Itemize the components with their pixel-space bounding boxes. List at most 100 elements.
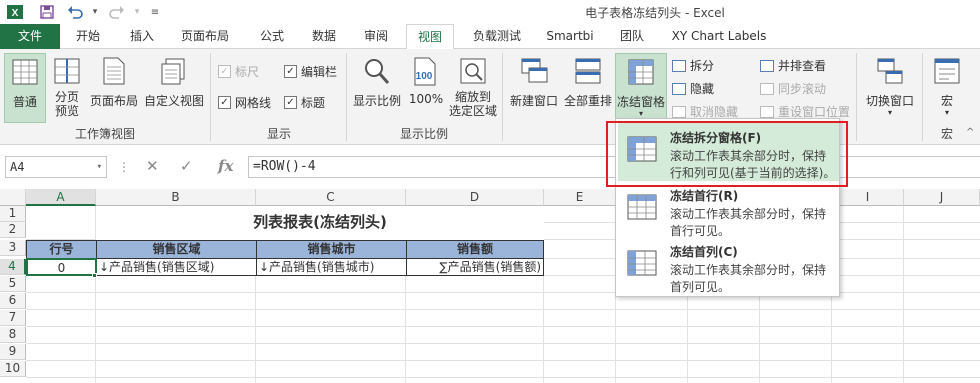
row-header[interactable]: 1 [0,206,26,222]
report-title[interactable]: 列表报表(冻结列头) [96,206,544,240]
name-box-dropdown-icon[interactable]: ▾ [97,157,102,177]
zoom-100-button[interactable]: 100 100% [406,53,446,123]
row-header[interactable]: 3 [0,240,26,256]
zoom-100-icon: 100 [406,57,446,90]
ruler-label: 标尺 [235,65,260,79]
gridline [903,206,904,383]
data-cell-sales-region[interactable]: ↓产品销售(销售区域) [96,258,257,276]
group-separator [346,53,347,141]
formula-bar-grip-icon: ⋮ [118,160,130,174]
select-all-corner[interactable] [0,189,26,206]
tab-view[interactable]: 视图 [406,24,454,50]
freeze-panes-button[interactable]: 冻结窗格 ▾ [615,53,667,123]
formula-bar-checkbox[interactable]: ✓ 编辑栏 [284,63,337,80]
tab-data[interactable]: 数据 [300,24,348,49]
freeze-top-row-desc: 滚动工作表其余部分时，保持 首行可见。 [670,206,838,240]
header-cell-sales-city[interactable]: 销售城市 [256,240,407,259]
gridlines-checkbox[interactable]: ✓ 网格线 [218,94,271,111]
sync-scroll-button[interactable]: 同步滚动 [760,80,826,97]
data-cell-sales-amount[interactable]: ∑产品销售(销售额) [406,258,544,276]
header-cell-sales-amount[interactable]: 销售额 [406,240,544,259]
arrange-all-icon [562,57,614,88]
zoom-button[interactable]: 显示比例 [350,53,404,123]
row-header[interactable]: 6 [0,293,26,309]
ruler-checkbox[interactable]: ✓ 标尺 [218,63,259,80]
name-box[interactable]: A4 ▾ [5,156,107,178]
page-layout-view-icon [88,57,140,88]
column-header[interactable]: E [544,189,616,206]
side-by-side-label: 并排查看 [778,59,827,73]
split-label: 拆分 [690,59,715,73]
name-box-value: A4 [10,160,25,174]
fill-handle[interactable] [92,273,97,278]
gridline [26,343,980,344]
data-cell-sales-city[interactable]: ↓产品销售(销售城市) [256,258,407,276]
row-header[interactable]: 7 [0,310,26,326]
insert-function-icon[interactable]: fx [218,157,233,175]
headings-check-icon: ✓ [284,96,297,109]
tab-review[interactable]: 审阅 [352,24,400,49]
split-button[interactable]: 拆分 [672,57,714,74]
tab-xy-chart-labels[interactable]: XY Chart Labels [664,24,774,49]
cancel-icon[interactable]: ✕ [146,157,159,175]
group-separator [210,53,211,141]
arrange-all-label: 全部重排 [563,94,612,108]
page-break-preview-button[interactable]: 分页 预览 [50,53,84,123]
zoom-to-selection-label-2: 选定区域 [448,104,497,118]
formula-bar-label: 编辑栏 [301,65,338,79]
zoom-100-label: 100% [408,92,444,106]
column-header[interactable]: C [256,189,406,206]
column-header[interactable]: I [832,189,904,206]
tab-smartbi[interactable]: Smartbi [540,24,600,49]
tab-home[interactable]: 开始 [64,24,112,49]
gridlines-label: 网格线 [235,96,272,110]
enter-icon[interactable]: ✓ [180,157,193,175]
column-header[interactable]: A [26,189,96,206]
tab-team[interactable]: 团队 [612,24,652,49]
show-group-label: 显示 [266,127,291,141]
tab-file[interactable]: 文件 [0,24,60,49]
gridline [26,360,980,361]
custom-views-button[interactable]: 自定义视图 [142,53,206,123]
active-cell-a4[interactable]: 0 [26,258,97,276]
hide-button[interactable]: 隐藏 [672,80,714,97]
switch-windows-button[interactable]: 切换窗口 ▾ [862,53,918,123]
macros-button[interactable]: 宏 ▾ [926,53,968,123]
new-window-icon [506,57,562,88]
header-cell-sales-region[interactable]: 销售区域 [96,240,257,259]
tab-page-layout[interactable]: 页面布局 [172,24,238,49]
headings-checkbox[interactable]: ✓ 标题 [284,94,325,111]
view-side-by-side-button[interactable]: 并排查看 [760,57,826,74]
zoom-to-selection-button[interactable]: 缩放到 选定区域 [448,53,498,123]
page-layout-view-button[interactable]: 页面布局 [88,53,140,123]
row-header[interactable]: 10 [0,361,26,377]
freeze-panes-icon [616,58,666,89]
reset-position-icon [760,105,774,118]
arrange-all-button[interactable]: 全部重排 [562,53,614,123]
freeze-top-row-menu-item[interactable]: 冻结首行(R) 滚动工作表其余部分时，保持 首行可见。 [618,181,839,239]
new-window-button[interactable]: 新建窗口 [506,53,562,123]
desc-line: 滚动工作表其余部分时，保持 [670,207,827,221]
ruler-check-icon: ✓ [218,65,231,78]
tab-load-test[interactable]: 负载测试 [464,24,530,49]
column-header[interactable]: B [96,189,256,206]
collapse-ribbon-icon[interactable]: ^ [966,127,974,138]
row-header[interactable]: 4 [0,259,26,275]
column-header[interactable]: J [904,189,980,206]
row-header[interactable]: 8 [0,327,26,343]
tab-formulas[interactable]: 公式 [248,24,296,49]
macros-icon [926,57,968,88]
macros-group-label: 宏 [940,127,953,141]
column-header[interactable]: D [406,189,544,206]
row-header[interactable]: 9 [0,344,26,360]
row-header[interactable]: 5 [0,276,26,292]
row-header[interactable]: 2 [0,222,26,238]
header-cell-row-number[interactable]: 行号 [26,240,97,259]
window-title: 电子表格冻结列头 - Excel [585,6,725,20]
freeze-first-column-menu-item[interactable]: 冻结首列(C) 滚动工作表其余部分时，保持 首列可见。 [618,237,839,295]
formula-bar-check-icon: ✓ [284,65,297,78]
gridline [26,377,980,378]
tab-insert[interactable]: 插入 [118,24,166,49]
unhide-icon [672,105,686,118]
normal-view-button[interactable]: 普通 [4,53,46,123]
